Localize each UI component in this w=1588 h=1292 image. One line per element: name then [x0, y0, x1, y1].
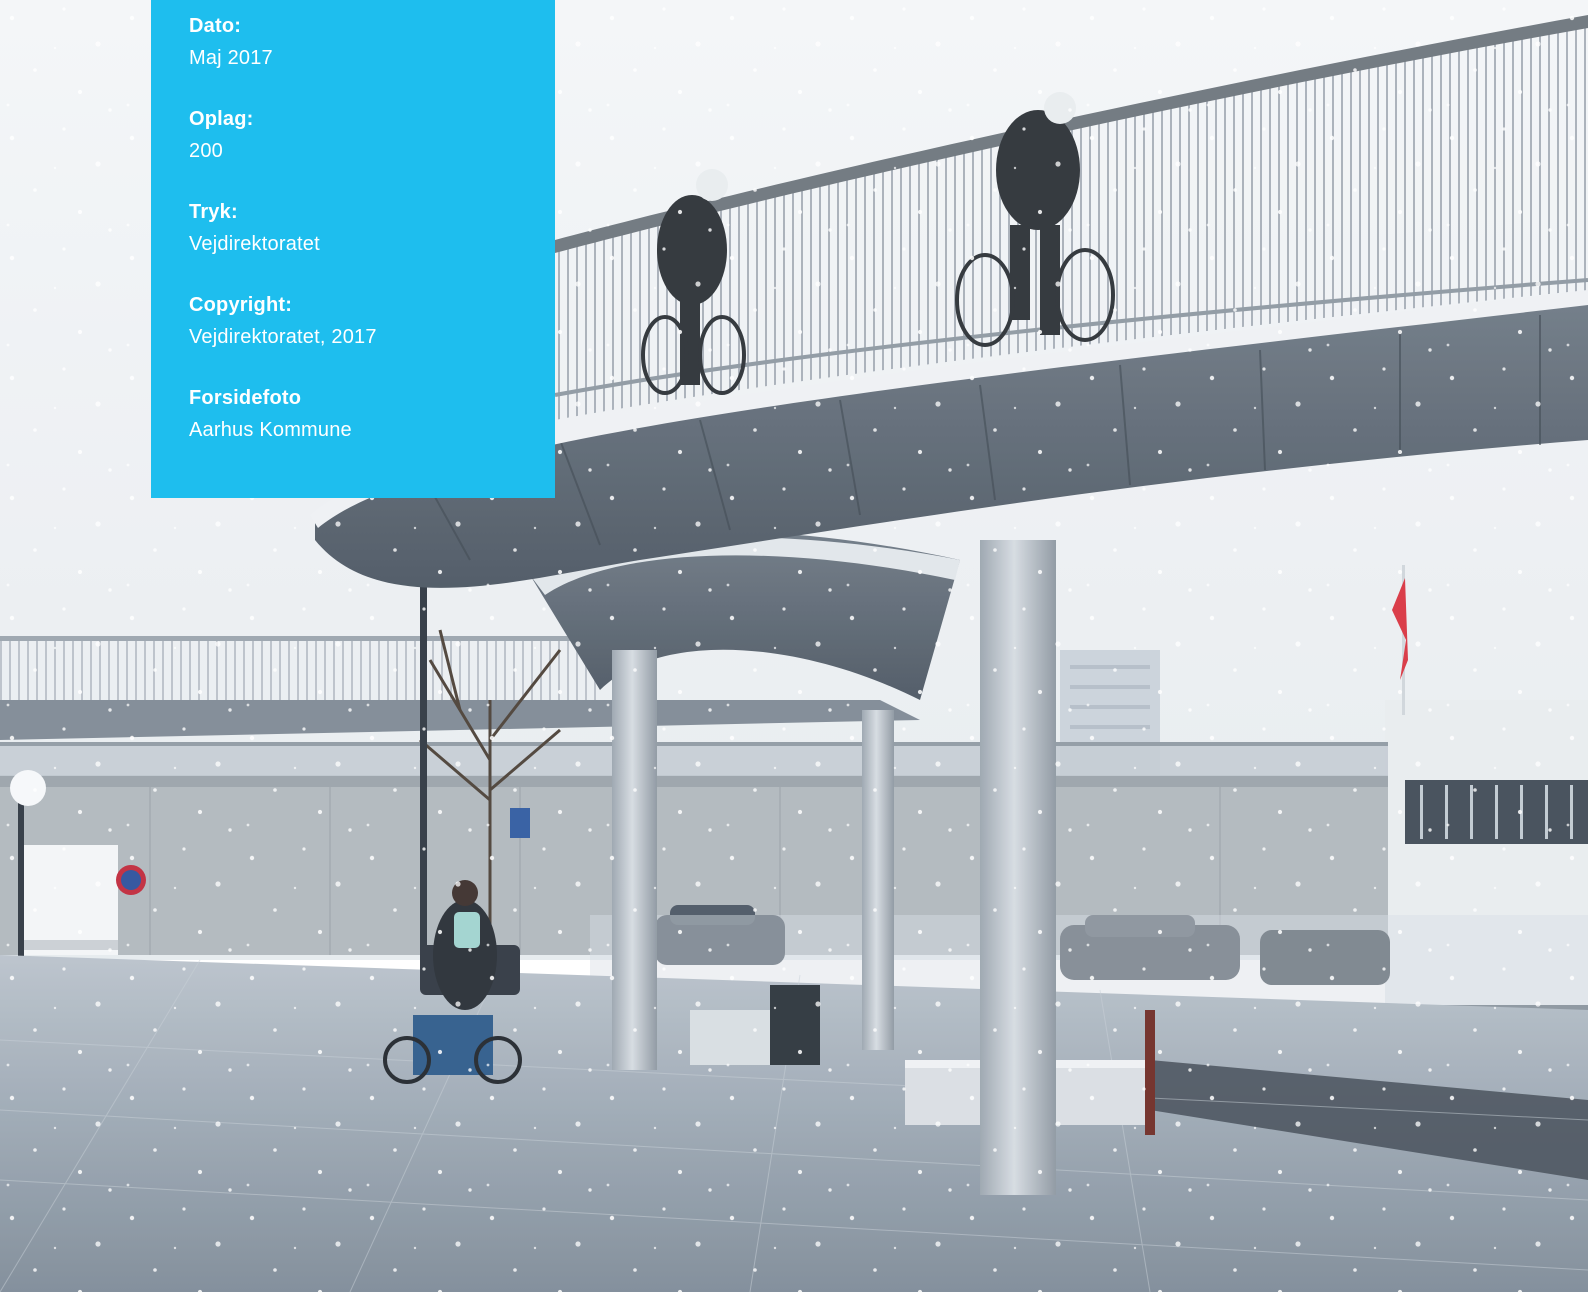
colophon-date-value: Maj 2017: [189, 47, 273, 69]
colophon-date-label: Dato:: [189, 15, 242, 37]
colophon-cover-photo-label: Forsidefoto: [189, 387, 302, 409]
colophon-copyright-value: Vejdirektoratet, 2017: [189, 326, 377, 348]
colophon-cover-photo-credit: Forsidefoto Aarhus Kommune: [189, 382, 555, 446]
colophon-copyright-label: Copyright:: [189, 294, 293, 316]
colophon-panel: Dato: Maj 2017 Oplag: 200 Tryk: Vejdirek…: [151, 0, 555, 498]
colophon-printer: Tryk: Vejdirektoratet: [189, 196, 555, 260]
colophon-print-run-value: 200: [189, 140, 223, 162]
colophon-print-run: Oplag: 200: [189, 103, 555, 167]
colophon-printer-label: Tryk:: [189, 201, 238, 223]
colophon-date: Dato: Maj 2017: [189, 10, 555, 74]
colophon-cover-photo-value: Aarhus Kommune: [189, 419, 352, 441]
colophon-copyright: Copyright: Vejdirektoratet, 2017: [189, 289, 555, 353]
colophon-print-run-label: Oplag:: [189, 108, 254, 130]
colophon-printer-value: Vejdirektoratet: [189, 233, 320, 255]
